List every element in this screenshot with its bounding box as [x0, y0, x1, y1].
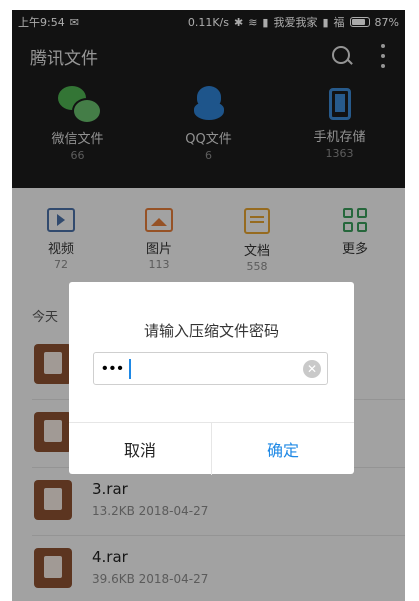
- dialog-title: 请输入压缩文件密码: [143, 322, 279, 340]
- confirm-button[interactable]: 确定: [212, 423, 354, 475]
- text-caret: [129, 359, 131, 379]
- password-input[interactable]: [102, 359, 292, 379]
- password-field[interactable]: ✕: [93, 352, 328, 385]
- cancel-button[interactable]: 取消: [69, 423, 212, 475]
- dialog-buttons: 取消 确定: [69, 422, 354, 475]
- clear-icon[interactable]: ✕: [303, 360, 321, 378]
- phone-screen: 上午9:54 ✉ 0.11K/s ✱ ≋ ▮ 我爱我家 ▮ 福 87% 腾讯文件…: [12, 10, 405, 601]
- password-dialog: 请输入压缩文件密码 ✕ 取消 确定: [69, 282, 354, 475]
